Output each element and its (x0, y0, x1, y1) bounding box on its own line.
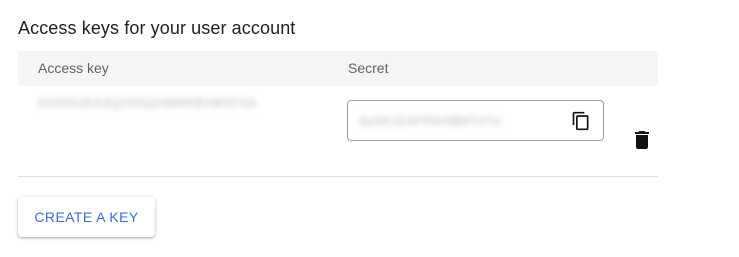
table-header: Access key Secret (18, 51, 658, 86)
section-title: Access keys for your user account (18, 18, 296, 38)
secret-field[interactable]: bySK1EAFR0rNB8T47U (347, 100, 604, 141)
secret-value: bySK1EAFR0rNB8T47U (360, 114, 502, 128)
copy-icon[interactable] (571, 111, 591, 131)
access-keys-table: Access key Secret GOOG1EA3Q2X5QZ4NRKBXMV… (18, 51, 658, 177)
column-header-secret: Secret (348, 60, 389, 76)
trash-icon[interactable] (634, 131, 650, 149)
access-key-value: GOOG1EA3Q2X5QZ4NRKBXMVFXA (38, 96, 257, 110)
column-header-access-key: Access key (38, 60, 109, 76)
table-row: GOOG1EA3Q2X5QZ4NRKBXMVFXA bySK1EAFR0rNB8… (18, 86, 658, 177)
create-key-button[interactable]: CREATE A KEY (18, 197, 155, 237)
